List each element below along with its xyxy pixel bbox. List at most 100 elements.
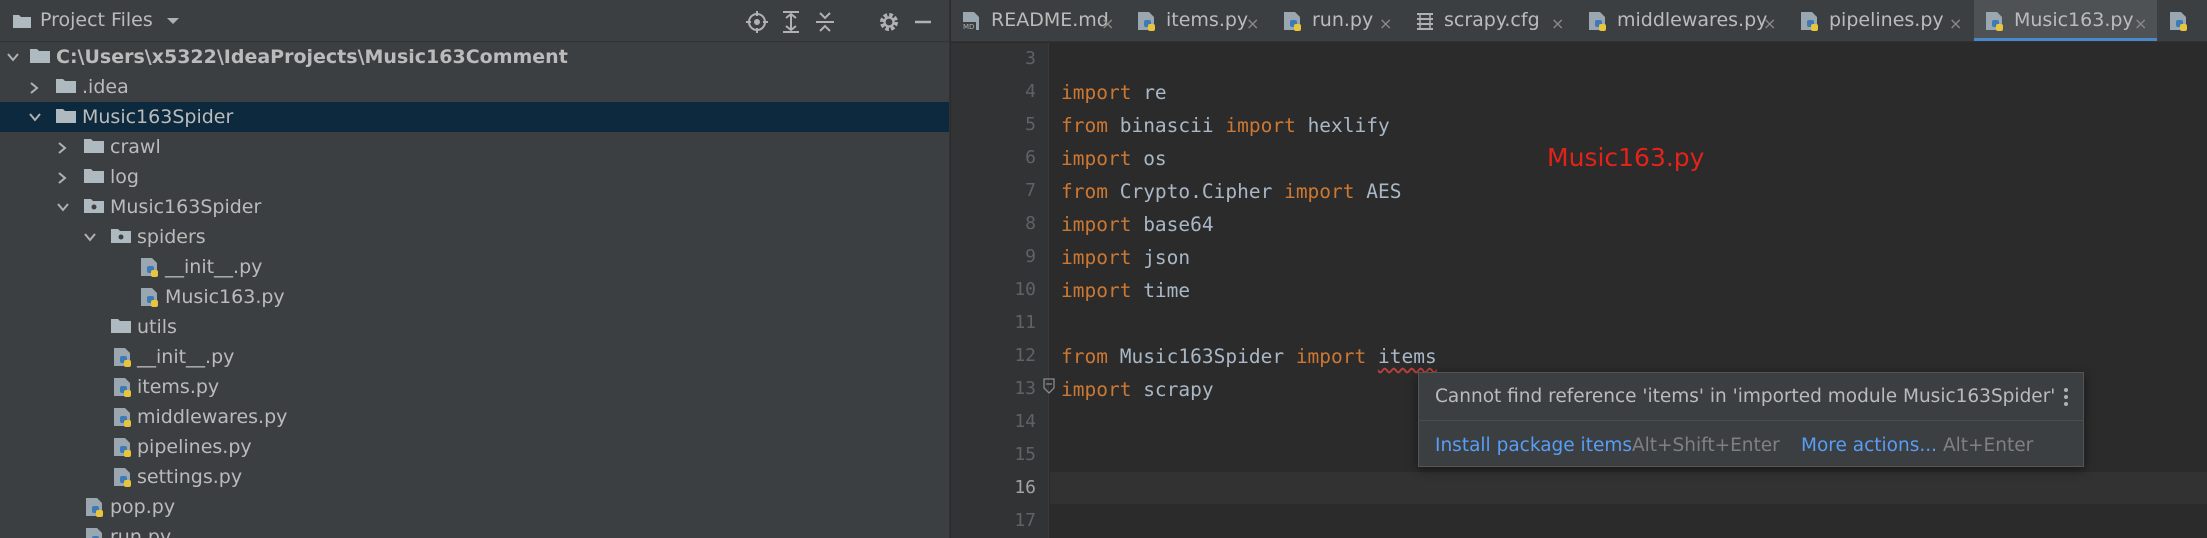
chevron-down-icon[interactable] [56,201,70,213]
tab-label: run.py [1312,9,1374,31]
python-file-icon [114,378,131,397]
tree-item-pop-py[interactable]: pop.py [0,492,949,522]
code-keyword: import [1225,114,1296,137]
tree-item-music163spider-package[interactable]: Music163Spider [0,192,949,222]
close-icon[interactable]: × [1101,14,1114,33]
chevron-down-icon[interactable] [28,111,42,123]
tab-pipelines-py[interactable]: pipelines.py × [1789,0,1973,41]
tree-item-log[interactable]: log [0,162,949,192]
close-icon[interactable]: × [1551,14,1564,33]
expand-all-icon[interactable] [778,9,804,35]
package-icon [84,199,104,213]
close-icon[interactable]: × [2134,14,2147,33]
code-keyword: import [1061,147,1132,170]
tree-item-utils[interactable]: utils [0,312,949,342]
collapse-all-icon[interactable] [812,9,838,35]
chevron-down-icon[interactable] [83,231,97,243]
code-text: AES [1354,180,1402,203]
tree-item-label: middlewares.py [137,406,288,428]
project-tool-window: Project Files C:\Users\x5322\IdeaProject… [0,0,950,538]
folder-icon [111,319,131,333]
python-file-icon [1138,12,1155,31]
svg-text:MD: MD [963,23,974,31]
line-number: 12 [1014,345,1036,366]
tree-item-items-py[interactable]: items.py [0,372,949,402]
current-line-highlight [1050,472,2207,504]
code-line[interactable]: import scrapy [1061,378,1214,401]
chevron-right-icon[interactable] [56,141,68,155]
close-icon[interactable]: × [1949,14,1962,33]
line-number: 8 [1025,213,1036,234]
code-line[interactable]: import base64 [1061,213,1214,236]
python-file-icon [141,258,158,277]
line-number: 13 [1014,378,1036,399]
code-keyword: from [1061,345,1108,368]
tab-readme-md[interactable]: MD README.md × [951,0,1125,41]
code-line[interactable]: import os [1061,147,1167,170]
tree-item-settings-py[interactable]: settings.py [0,462,949,492]
tab-music163-py[interactable]: Music163.py × [1974,0,2157,41]
install-package-link[interactable]: Install package items [1435,435,1632,456]
line-number: 3 [1025,48,1036,69]
code-text: re [1131,81,1167,104]
config-file-icon [1417,13,1433,30]
line-number: 4 [1025,81,1036,102]
tree-item-pipelines-py[interactable]: pipelines.py [0,432,949,462]
tab-overflow[interactable] [2158,0,2207,41]
chevron-down-icon[interactable] [6,51,20,63]
tree-item-middlewares-py[interactable]: middlewares.py [0,402,949,432]
minimize-icon[interactable] [910,9,936,35]
code-line[interactable]: import time [1061,279,1190,302]
code-line[interactable]: from binascii import hexlify [1061,114,1390,137]
code-line[interactable]: from Music163Spider import items [1061,345,1437,368]
tree-item-idea[interactable]: .idea [0,72,949,102]
close-icon[interactable]: × [1763,14,1776,33]
close-icon[interactable]: × [1379,14,1392,33]
more-actions-link[interactable]: More actions... [1801,435,1937,456]
code-line[interactable]: from Crypto.Cipher import AES [1061,180,1402,203]
file-annotation-label: Music163.py [1547,143,1705,172]
tab-middlewares-py[interactable]: middlewares.py × [1577,0,1788,41]
tree-item-crawl[interactable]: crawl [0,132,949,162]
tab-label: items.py [1166,9,1249,31]
code-keyword: import [1061,378,1132,401]
popup-divider [1419,420,2083,421]
tab-label: scrapy.cfg [1444,9,1540,31]
tree-item-run-py[interactable]: run.py [0,522,949,538]
more-vertical-icon[interactable] [2059,385,2073,409]
tab-items-py[interactable]: items.py × [1126,0,1271,41]
gear-icon[interactable] [876,9,902,35]
code-text: scrapy [1131,378,1214,401]
code-keyword: import [1284,180,1355,203]
code-text: hexlify [1295,114,1390,137]
folder-icon [30,49,50,63]
code-line[interactable]: import re [1061,81,1167,104]
locate-icon[interactable] [744,9,770,35]
code-line[interactable]: import json [1061,246,1190,269]
chevron-right-icon[interactable] [28,81,40,95]
code-keyword: import [1061,81,1132,104]
chevron-right-icon[interactable] [56,171,68,185]
tree-item-label: settings.py [137,466,243,488]
tree-item-label: crawl [110,136,161,158]
python-file-icon [141,288,158,307]
tree-item-project-root[interactable]: C:\Users\x5322\IdeaProjects\Music163Comm… [0,42,949,72]
tree-item-spiders-init[interactable]: __init__.py [0,252,949,282]
python-file-icon [86,498,103,517]
project-view-selector[interactable]: Project Files [40,9,153,31]
install-package-shortcut: Alt+Shift+Enter [1632,435,1780,456]
tab-scrapy-cfg[interactable]: scrapy.cfg × [1404,0,1576,41]
tab-run-py[interactable]: run.py × [1272,0,1403,41]
fold-icon[interactable] [1042,378,1056,394]
tree-item-label: utils [137,316,177,338]
tree-item-init[interactable]: __init__.py [0,342,949,372]
close-icon[interactable]: × [1246,14,1259,33]
package-icon [111,229,131,243]
chevron-down-icon[interactable] [166,16,180,26]
tree-item-spiders[interactable]: spiders [0,222,949,252]
unresolved-reference[interactable]: items [1378,345,1437,368]
tree-item-music163-py[interactable]: Music163.py [0,282,949,312]
tree-item-label: pop.py [110,496,176,518]
tree-item-music163spider[interactable]: Music163Spider [0,102,949,132]
python-file-icon [114,468,131,487]
